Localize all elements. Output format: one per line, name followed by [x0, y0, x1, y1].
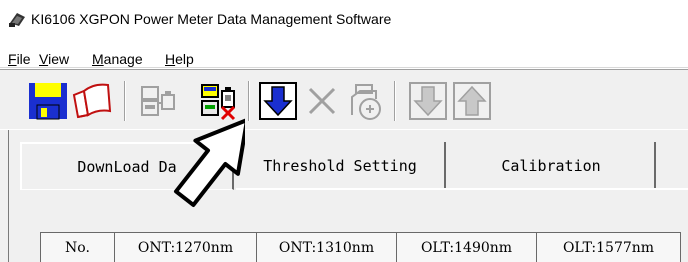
column-header-olt-1490[interactable]: OLT:1490nm — [397, 233, 537, 262]
toolbar-separator — [394, 81, 396, 121]
column-header-olt-1577[interactable]: OLT:1577nm — [537, 233, 681, 262]
download-button[interactable] — [258, 81, 298, 121]
window-title: KI6106 XGPON Power Meter Data Management… — [31, 11, 392, 27]
menu-bar: File View Manage Help — [0, 40, 688, 68]
tab-calibration[interactable]: Calibration — [448, 142, 656, 190]
toolbar — [0, 69, 688, 129]
menu-help[interactable]: Help — [165, 51, 194, 67]
toolbar-separator — [248, 81, 250, 121]
clear-button[interactable] — [346, 81, 386, 121]
menu-view[interactable]: View — [39, 51, 69, 67]
toolbar-separator — [124, 81, 126, 121]
column-header-ont-1270[interactable]: ONT:1270nm — [115, 233, 257, 262]
floppy-disk-icon — [29, 83, 67, 120]
move-down-button[interactable] — [408, 81, 448, 121]
delete-button[interactable] — [302, 81, 342, 121]
panel-edge — [0, 130, 9, 262]
delete-x-icon — [308, 87, 336, 115]
menu-file[interactable]: File — [8, 51, 31, 67]
tab-threshold-setting[interactable]: Threshold Setting — [236, 142, 446, 190]
menu-manage[interactable]: Manage — [92, 51, 143, 67]
open-folder-icon — [72, 83, 112, 119]
tab-strip-line — [236, 188, 688, 190]
open-button[interactable] — [72, 81, 112, 121]
column-header-no[interactable]: No. — [41, 233, 115, 262]
app-meter-icon — [9, 13, 25, 27]
save-button[interactable] — [28, 81, 68, 121]
data-grid-header: No. ONT:1270nm ONT:1310nm OLT:1490nm OLT… — [40, 232, 681, 262]
column-header-ont-1310[interactable]: ONT:1310nm — [257, 233, 397, 262]
clear-data-icon — [351, 84, 381, 120]
title-bar: KI6106 XGPON Power Meter Data Management… — [0, 0, 688, 40]
move-up-button[interactable] — [452, 81, 492, 121]
arrow-up-icon — [453, 82, 491, 120]
arrow-down-icon — [409, 82, 447, 120]
download-arrow-icon — [259, 82, 297, 120]
annotation-arrow-icon — [173, 118, 245, 207]
